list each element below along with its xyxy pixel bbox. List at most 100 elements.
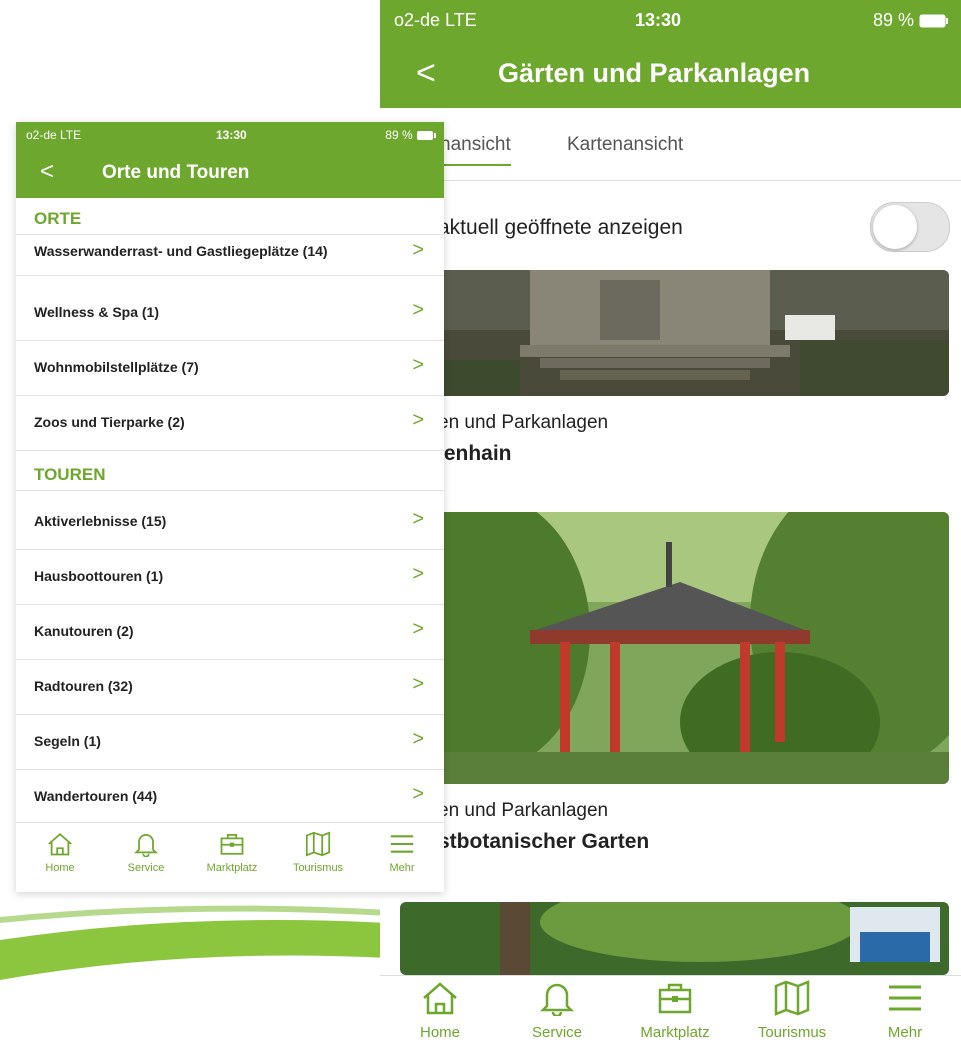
nav-tourismus[interactable]: Tourismus: [737, 980, 847, 1041]
list-item-label: Radtouren (32): [34, 678, 133, 694]
monument-photo: [400, 270, 949, 396]
list-item[interactable]: Radtouren (32) >: [16, 659, 444, 715]
open-filter-row: aktuell geöffnete anzeigen: [380, 182, 961, 270]
nav-marktplatz-label: Marktplatz: [206, 862, 258, 874]
list-item-label: Kanutouren (2): [34, 623, 134, 639]
battery-percent: 89 %: [385, 128, 413, 142]
section-title: ORTE: [34, 209, 82, 228]
battery-indicator: 89 %: [873, 10, 949, 31]
page-title: Gärten und Parkanlagen: [498, 58, 811, 88]
card-image[interactable]: [400, 902, 949, 975]
section-title: TOUREN: [34, 465, 106, 484]
carrier-label: o2-de LTE: [394, 10, 477, 30]
tab-list-view[interactable]: nansicht: [440, 134, 511, 166]
map-icon: [774, 980, 810, 1016]
home-icon: [423, 982, 457, 1015]
forest-photo: [400, 902, 949, 975]
chevron-right-icon: >: [412, 409, 424, 431]
nav-marktplatz[interactable]: Marktplatz: [192, 831, 272, 874]
nav-service[interactable]: Service: [106, 831, 186, 874]
chevron-right-icon: >: [412, 783, 424, 805]
nav-service-label: Service: [531, 1024, 583, 1041]
menu-icon: [390, 835, 414, 853]
bell-icon: [539, 983, 575, 1018]
nav-mehr[interactable]: Mehr: [850, 980, 960, 1041]
list-item[interactable]: Kanutouren (2) >: [16, 604, 444, 660]
chevron-right-icon: >: [412, 508, 424, 530]
list-item-label: Wohnmobilstellplätze (7): [34, 359, 199, 375]
list-item-label: Aktiverlebnisse (15): [34, 513, 167, 529]
nav-mehr[interactable]: Mehr: [362, 831, 442, 874]
view-tabs: nansicht Kartenansicht: [380, 108, 961, 181]
card-image[interactable]: [400, 512, 949, 784]
chevron-right-icon: >: [412, 354, 424, 376]
page-title: Orte und Touren: [102, 162, 250, 183]
filter-label: aktuell geöffnete anzeigen: [438, 216, 683, 239]
nav-bar: < Gärten und Parkanlagen: [380, 40, 961, 108]
nav-home[interactable]: Home: [20, 831, 100, 874]
list-item[interactable]: Zoos und Tierparke (2) >: [16, 395, 444, 451]
list-item-label: Wandertouren (44): [34, 788, 158, 804]
list-item-label: Wasserwanderrast- und Gastliegeplätze (1…: [34, 243, 328, 259]
battery-icon: [417, 131, 436, 141]
carrier-label: o2-de LTE: [26, 128, 82, 142]
card-category: en und Parkanlagen: [438, 412, 609, 433]
back-button[interactable]: <: [40, 158, 54, 186]
clock: 13:30: [635, 10, 682, 30]
section-header-orte: ORTE: [16, 202, 444, 235]
nav-home-label: Home: [419, 1024, 460, 1041]
section-header-touren: TOUREN: [16, 458, 444, 491]
open-now-toggle[interactable]: [870, 202, 950, 252]
status-bar: o2-de LTE 13:30 89 %: [380, 0, 961, 40]
list-item[interactable]: Segeln (1) >: [16, 714, 444, 770]
clock: 13:30: [216, 128, 247, 142]
briefcase-icon: [658, 983, 692, 1014]
nav-tourismus-label: Tourismus: [757, 1024, 827, 1041]
list-item-label: Segeln (1): [34, 733, 101, 749]
nav-service-label: Service: [127, 862, 165, 874]
bottom-nav: Home Service Marktplatz Tourismus Mehr: [380, 975, 961, 1049]
bottom-nav: Home Service Marktplatz Tourismus Mehr: [16, 822, 444, 892]
status-bar: o2-de LTE 13:30 89 %: [16, 122, 444, 148]
list-item[interactable]: Wandertouren (44) >: [16, 769, 444, 825]
card-image[interactable]: [400, 270, 949, 396]
chevron-right-icon: >: [412, 728, 424, 750]
chevron-right-icon: >: [412, 618, 424, 640]
battery-percent: 89 %: [872, 10, 914, 30]
nav-home[interactable]: Home: [385, 980, 495, 1041]
chevron-right-icon: >: [412, 299, 424, 321]
tab-map-view[interactable]: Kartenansicht: [567, 134, 683, 156]
screen-places-tours: o2-de LTE 13:30 89 % < Orte und Touren O…: [16, 122, 444, 892]
nav-tourismus[interactable]: Tourismus: [278, 831, 358, 874]
list-item[interactable]: Hausboottouren (1) >: [16, 549, 444, 605]
nav-bar: < Orte und Touren: [16, 148, 444, 198]
list-item[interactable]: Wasserwanderrast- und Gastliegeplätze (1…: [16, 235, 444, 276]
chevron-right-icon: >: [412, 239, 424, 261]
nav-marktplatz-label: Marktplatz: [640, 1024, 710, 1041]
decorative-swoosh: [0, 905, 420, 980]
map-icon: [305, 831, 331, 857]
nav-service[interactable]: Service: [502, 980, 612, 1041]
list-item-label: Zoos und Tierparke (2): [34, 414, 185, 430]
chevron-right-icon: >: [412, 673, 424, 695]
briefcase-icon: [220, 834, 244, 855]
chevron-right-icon: >: [412, 563, 424, 585]
nav-mehr-label: Mehr: [887, 1024, 923, 1041]
back-button[interactable]: <: [416, 54, 436, 93]
list-item-label: Wellness & Spa (1): [34, 304, 160, 320]
nav-marktplatz[interactable]: Marktplatz: [620, 980, 730, 1041]
toggle-knob: [873, 205, 917, 249]
list-item-label: Hausboottouren (1): [34, 568, 164, 584]
card-title[interactable]: lenhain: [438, 442, 512, 466]
pavilion-photo: [400, 512, 949, 784]
list-item[interactable]: Wellness & Spa (1) >: [16, 285, 444, 341]
list-item[interactable]: Wohnmobilstellplätze (7) >: [16, 340, 444, 396]
bell-icon: [134, 834, 158, 858]
card-category: en und Parkanlagen: [438, 800, 609, 821]
battery-indicator: 89 %: [385, 128, 436, 142]
list-item[interactable]: Aktiverlebnisse (15) >: [16, 494, 444, 550]
screen-gardens: o2-de LTE 13:30 89 % < Gärten und Parkan…: [380, 0, 961, 1049]
nav-home-label: Home: [45, 862, 75, 874]
card-title[interactable]: stbotanischer Garten: [438, 830, 649, 854]
nav-mehr-label: Mehr: [389, 862, 415, 874]
